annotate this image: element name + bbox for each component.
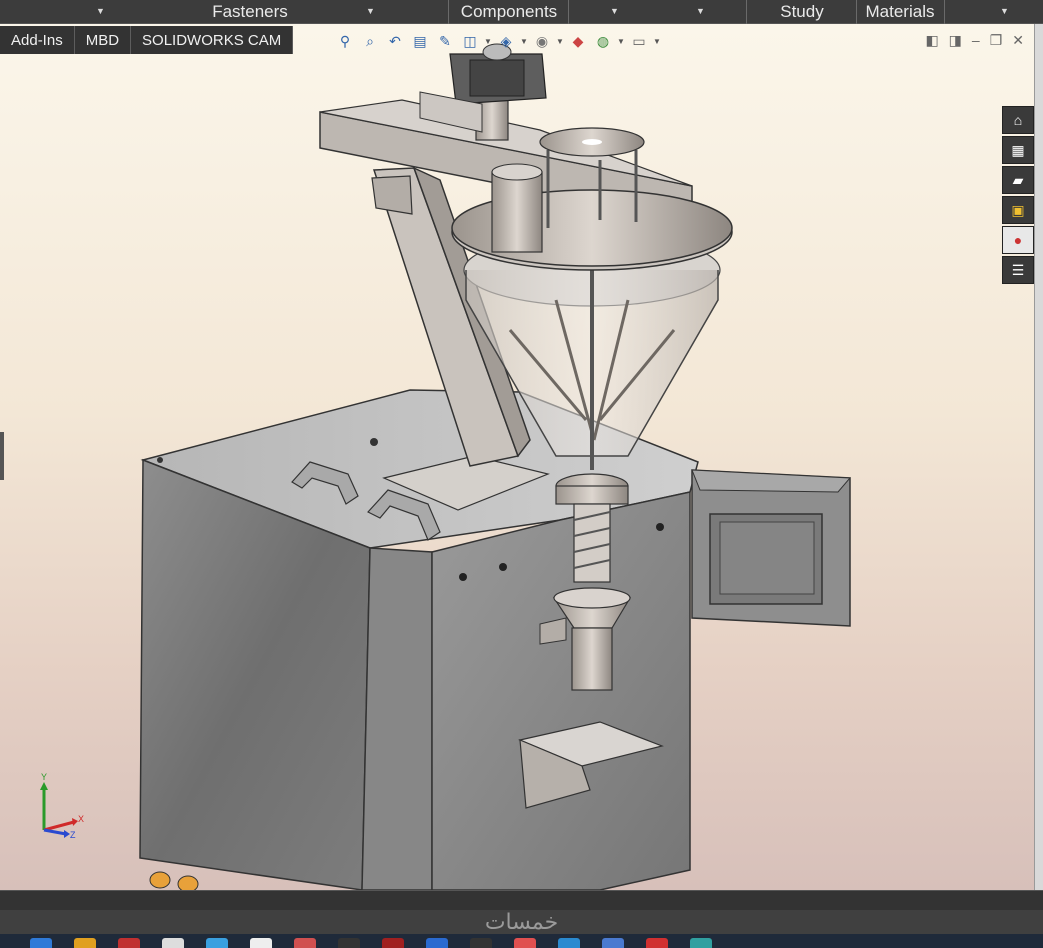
- restore-icon[interactable]: ❐: [990, 32, 1003, 49]
- triad-y-label: Y: [41, 772, 47, 782]
- zoom-to-area-icon[interactable]: ⌕: [359, 31, 381, 51]
- parts-library-icon[interactable]: ▦: [1002, 136, 1034, 164]
- app-icon[interactable]: [74, 938, 96, 948]
- chevron-down-icon[interactable]: ▼: [556, 37, 564, 46]
- watermark-strip: خمسات: [0, 909, 1043, 935]
- divider: [746, 0, 747, 24]
- ribbon-group-fasteners[interactable]: Fasteners: [180, 0, 320, 24]
- vertical-scrollbar[interactable]: [1034, 24, 1043, 890]
- task-pane-tabs: ⌂ ▦ ▰ ▣ ● ☰: [1002, 106, 1034, 284]
- app-icon[interactable]: [206, 938, 228, 948]
- app-icon[interactable]: [470, 938, 492, 948]
- file-explorer-icon[interactable]: ▰: [1002, 166, 1034, 194]
- app-icon[interactable]: [338, 938, 360, 948]
- tab-label: SOLIDWORKS CAM: [142, 31, 282, 49]
- chevron-down-icon[interactable]: ▼: [1000, 6, 1009, 16]
- 3d-model-filler-machine[interactable]: [0, 24, 1034, 890]
- tab-mbd[interactable]: MBD: [74, 26, 132, 54]
- tab-label: MBD: [85, 31, 120, 49]
- ribbon-group-label: Study: [780, 2, 824, 21]
- view-orientation-icon[interactable]: ◫: [459, 31, 481, 51]
- chevron-down-icon[interactable]: ▼: [696, 6, 705, 16]
- chevron-down-icon[interactable]: ▼: [96, 6, 105, 16]
- app-icon[interactable]: [558, 938, 580, 948]
- minimize-icon[interactable]: –: [972, 32, 980, 49]
- triad-x-label: X: [78, 814, 84, 824]
- view-palette-icon[interactable]: ▣: [1002, 196, 1034, 224]
- app-icon[interactable]: [514, 938, 536, 948]
- home-icon[interactable]: ⌂: [1002, 106, 1034, 134]
- windows-taskbar: [0, 934, 1043, 948]
- tab-solidworks-cam[interactable]: SOLIDWORKS CAM: [131, 26, 294, 54]
- ribbon-group-components[interactable]: Components: [452, 0, 566, 24]
- reference-triad: Y X Z: [40, 772, 84, 840]
- chevron-down-icon[interactable]: ▼: [610, 6, 619, 16]
- triad-z-label: Z: [70, 830, 76, 840]
- feature-tree-collapse-handle[interactable]: [0, 432, 4, 480]
- tile-right-icon[interactable]: ◨: [949, 32, 962, 49]
- chevron-down-icon[interactable]: ▼: [653, 37, 661, 46]
- previous-view-icon[interactable]: ↶: [384, 31, 406, 51]
- app-icon[interactable]: [162, 938, 184, 948]
- edit-appearance-icon[interactable]: ◆: [567, 31, 589, 51]
- app-icon[interactable]: [250, 938, 272, 948]
- chevron-down-icon[interactable]: ▼: [520, 37, 528, 46]
- divider: [448, 0, 449, 24]
- apply-scene-icon[interactable]: ◍: [592, 31, 614, 51]
- command-manager-ribbon: ▼ Fasteners ▼ Components ▼ ▼ Study Mater…: [0, 0, 1043, 24]
- app-icon[interactable]: [690, 938, 712, 948]
- divider: [568, 0, 569, 24]
- divider: [856, 0, 857, 24]
- solidworks-icon[interactable]: [118, 938, 140, 948]
- app-icon[interactable]: [646, 938, 668, 948]
- divider: [944, 0, 945, 24]
- app-icon[interactable]: [426, 938, 448, 948]
- zoom-to-fit-icon[interactable]: ⚲: [334, 31, 356, 51]
- app-icon[interactable]: [294, 938, 316, 948]
- watermark-text: خمسات: [484, 909, 559, 935]
- chevron-down-icon[interactable]: ▼: [484, 37, 492, 46]
- ribbon-group-label: Components: [460, 2, 558, 21]
- view-settings-icon[interactable]: ▭: [628, 31, 650, 51]
- close-icon[interactable]: ✕: [1012, 32, 1024, 49]
- dynamic-annotation-icon[interactable]: ✎: [434, 31, 456, 51]
- hide-show-icon[interactable]: ◉: [531, 31, 553, 51]
- tab-label: Add-Ins: [11, 31, 63, 49]
- ribbon-group-materials[interactable]: Materials: [858, 0, 942, 24]
- chevron-down-icon[interactable]: ▼: [617, 37, 625, 46]
- app-icon[interactable]: [602, 938, 624, 948]
- section-view-icon[interactable]: ▤: [409, 31, 431, 51]
- heads-up-view-toolbar: ⚲ ⌕ ↶ ▤ ✎ ◫ ▼ ◈ ▼ ◉ ▼ ◆ ◍ ▼ ▭ ▼: [334, 30, 661, 52]
- status-bar: [0, 890, 1043, 910]
- tile-left-icon[interactable]: ◧: [925, 32, 938, 49]
- display-style-icon[interactable]: ◈: [495, 31, 517, 51]
- document-window-controls: ◧ ◨ – ❐ ✕: [925, 32, 1024, 49]
- appearances-icon[interactable]: ●: [1002, 226, 1034, 254]
- graphics-area[interactable]: ⚲ ⌕ ↶ ▤ ✎ ◫ ▼ ◈ ▼ ◉ ▼ ◆ ◍ ▼ ▭ ▼ ◧ ◨ – ❐ …: [0, 24, 1034, 890]
- ribbon-group-label: Fasteners: [212, 2, 288, 21]
- ribbon-group-study[interactable]: Study: [750, 0, 854, 24]
- app-icon[interactable]: [30, 938, 52, 948]
- command-manager-tabs: Add-Ins MBD SOLIDWORKS CAM: [0, 26, 294, 54]
- app-icon[interactable]: [382, 938, 404, 948]
- custom-properties-icon[interactable]: ☰: [1002, 256, 1034, 284]
- tab-add-ins[interactable]: Add-Ins: [0, 26, 75, 54]
- ribbon-group-label: Materials: [865, 2, 935, 21]
- chevron-down-icon[interactable]: ▼: [366, 6, 375, 16]
